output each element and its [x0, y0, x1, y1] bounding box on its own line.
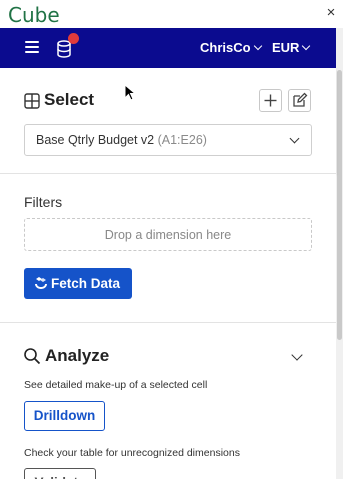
range-address: (A1:E26) — [157, 133, 207, 147]
plus-icon — [264, 94, 277, 107]
filters-section: Filters Drop a dimension here Fetch Data — [0, 173, 336, 323]
scrollbar-thumb[interactable] — [337, 70, 342, 340]
top-navbar: ChrisCo EUR — [0, 28, 336, 68]
chevron-down-icon[interactable] — [291, 349, 303, 361]
company-name: ChrisCo — [200, 40, 251, 55]
edit-button[interactable] — [288, 89, 311, 112]
database-icon[interactable] — [57, 40, 71, 58]
select-title: Select — [44, 90, 95, 109]
currency-code: EUR — [272, 40, 300, 55]
grid-icon — [24, 93, 40, 109]
notification-badge — [68, 33, 79, 44]
search-icon — [24, 348, 41, 365]
app-titlebar: Cube × — [0, 0, 343, 28]
range-dropdown[interactable]: Base Qtrly Budget v2 (A1:E26) — [24, 124, 312, 156]
fetch-icon — [35, 277, 47, 289]
edit-icon — [293, 92, 308, 107]
close-icon[interactable]: × — [323, 5, 339, 21]
analyze-title: Analyze — [45, 346, 110, 365]
validate-button[interactable]: Validate — [24, 468, 96, 479]
drilldown-description: See detailed make-up of a selected cell — [24, 379, 208, 391]
analyze-section: Analyze See detailed make-up of a select… — [0, 323, 336, 479]
company-selector[interactable]: ChrisCo — [200, 40, 262, 55]
app-title: Cube — [8, 3, 60, 27]
add-button[interactable] — [259, 89, 282, 112]
chevron-down-icon — [289, 133, 300, 144]
drilldown-button[interactable]: Drilldown — [24, 401, 105, 431]
fetch-data-button[interactable]: Fetch Data — [24, 268, 132, 299]
filters-label: Filters — [24, 194, 63, 210]
fetch-data-label: Fetch Data — [51, 276, 121, 291]
chevron-down-icon — [302, 41, 311, 51]
chevron-down-icon — [253, 41, 262, 51]
mouse-cursor-icon — [124, 84, 136, 101]
range-name: Base Qtrly Budget v2 — [36, 133, 155, 147]
select-section: Select Base Qtrly Budget v2 (A1:E26) — [0, 68, 336, 173]
dimension-drop-zone[interactable]: Drop a dimension here — [24, 218, 312, 251]
currency-selector[interactable]: EUR — [272, 40, 311, 55]
drop-zone-placeholder: Drop a dimension here — [104, 228, 232, 242]
menu-icon[interactable] — [25, 41, 39, 53]
validate-description: Check your table for unrecognized dimens… — [24, 447, 240, 459]
dropdown-value: Base Qtrly Budget v2 (A1:E26) — [36, 133, 207, 147]
